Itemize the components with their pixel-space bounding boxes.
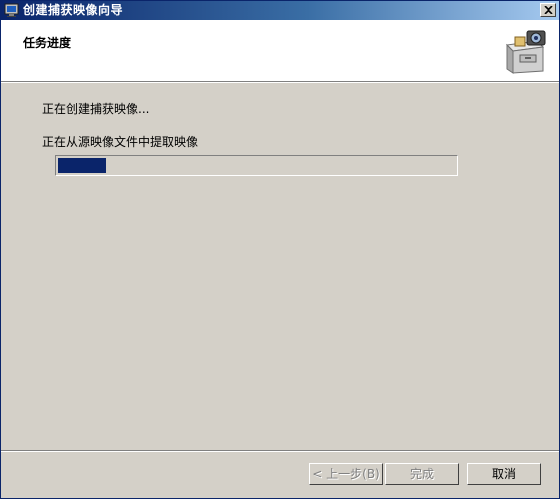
- status-text: 正在创建捕获映像...: [42, 102, 150, 116]
- task-text: 正在从源映像文件中提取映像: [42, 135, 199, 149]
- monitor-icon: [4, 3, 20, 18]
- page-heading: 任务进度: [23, 36, 72, 50]
- footer-separator: [1, 450, 559, 452]
- wizard-content: 正在创建捕获映像... 正在从源映像文件中提取映像: [1, 83, 559, 443]
- back-button[interactable]: < 上一步(B): [309, 463, 383, 485]
- file-cabinet-camera-icon: [501, 27, 549, 75]
- title-bar[interactable]: 创建捕获映像向导: [1, 1, 559, 20]
- close-icon: [544, 6, 553, 14]
- cancel-button[interactable]: 取消: [467, 463, 541, 485]
- wizard-header: 任务进度: [1, 20, 559, 82]
- progress-fill: [58, 158, 106, 173]
- close-button[interactable]: [540, 3, 556, 17]
- finish-button[interactable]: 完成: [385, 463, 459, 485]
- window-title: 创建捕获映像向导: [23, 3, 124, 17]
- wizard-window: 创建捕获映像向导 任务进度 正在创建捕获映像... 正在从源映像文件中提取映像 …: [0, 0, 560, 499]
- progress-bar: [55, 155, 458, 176]
